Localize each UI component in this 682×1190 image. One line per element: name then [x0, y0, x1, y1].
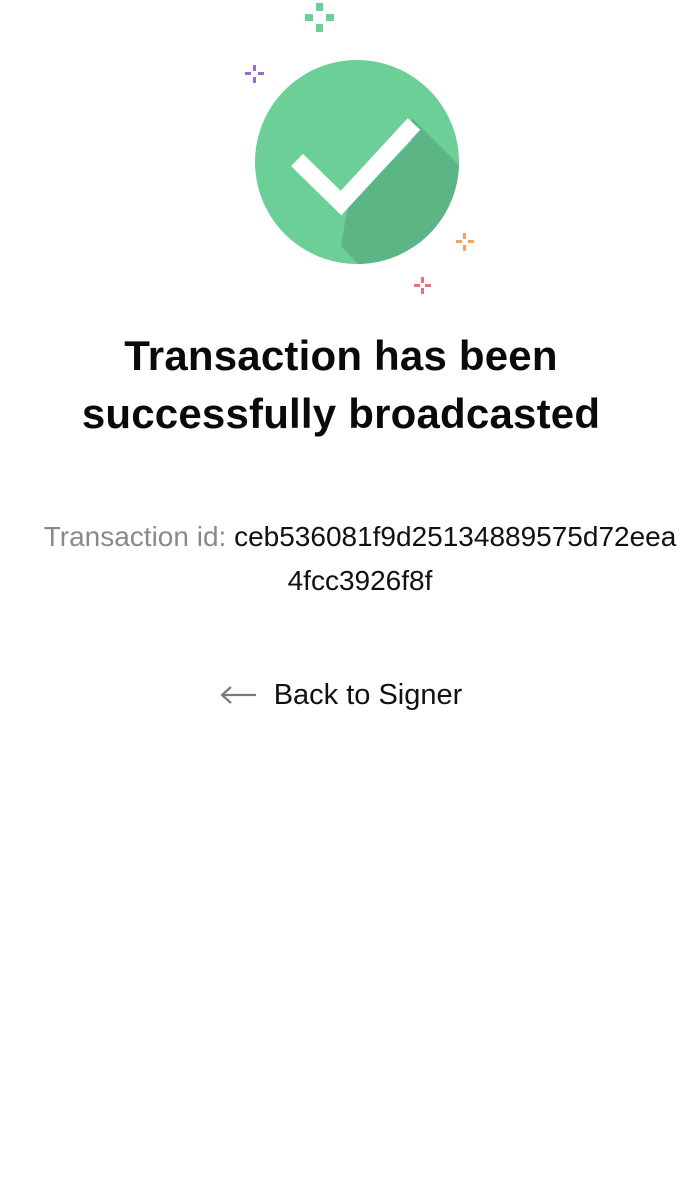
success-title-line-2: successfully broadcasted	[81, 390, 601, 437]
sparkle-purple-icon	[245, 65, 264, 83]
success-illustration	[245, 3, 474, 294]
success-title-line-1: Transaction has been	[124, 332, 558, 379]
check-circle-icon	[255, 60, 459, 264]
success-title: Transaction has been successfully broadc…	[0, 327, 682, 443]
transaction-id-value: ceb536081f9d25134889575d72eea4fcc3926f8f	[234, 521, 677, 596]
sparkle-red-icon	[414, 277, 431, 294]
transaction-id-label: Transaction id:	[43, 521, 227, 552]
sparkle-orange-icon	[456, 233, 474, 251]
arrow-left-icon	[220, 686, 256, 704]
back-to-signer-label: Back to Signer	[273, 678, 463, 711]
transaction-id: Transaction id: ceb536081f9d25134889575d…	[40, 515, 680, 603]
back-to-signer-button[interactable]: Back to Signer	[0, 672, 682, 718]
sparkle-green-icon	[305, 3, 334, 32]
